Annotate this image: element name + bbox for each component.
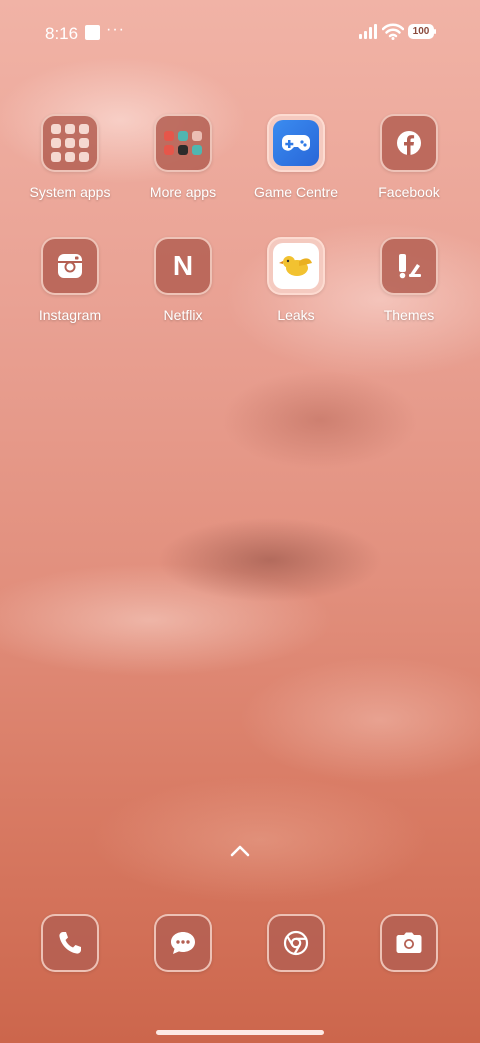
- netflix-icon: N: [172, 250, 194, 281]
- camera-icon: [396, 932, 422, 953]
- mini-app-icon: [79, 138, 89, 148]
- battery-tip: [434, 29, 436, 34]
- notification-square-icon: [85, 25, 100, 40]
- dock-chrome[interactable]: [267, 914, 325, 972]
- mini-app-icon: [164, 145, 174, 155]
- status-time: 8:16: [45, 24, 79, 43]
- chrome-icon: [283, 930, 309, 956]
- app-label: Game Centre: [253, 184, 339, 200]
- app-tile[interactable]: [41, 237, 99, 295]
- wifi-icon: [382, 23, 404, 40]
- mini-app-icon: [51, 138, 61, 148]
- dock-messages[interactable]: [154, 914, 212, 972]
- folder-icon[interactable]: [41, 114, 99, 172]
- dock-camera[interactable]: [380, 914, 438, 972]
- mini-app-icon: [65, 124, 75, 134]
- app-tile[interactable]: [41, 914, 99, 972]
- messages-icon: [171, 932, 195, 954]
- app-label: Facebook: [378, 184, 440, 200]
- brush-icon: [399, 254, 421, 279]
- app-tile[interactable]: [267, 237, 325, 295]
- app-label: System apps: [29, 184, 111, 200]
- app-instagram[interactable]: Instagram: [14, 237, 126, 323]
- chevron-up-icon[interactable]: [228, 842, 252, 860]
- battery-icon: 100: [408, 24, 434, 39]
- instagram-icon: [58, 254, 82, 278]
- app-tile[interactable]: N: [154, 237, 212, 295]
- mini-app-icon: [51, 124, 61, 134]
- mini-app-icon: [65, 138, 75, 148]
- phone-icon: [59, 932, 81, 954]
- signal-icon: [359, 24, 377, 39]
- app-facebook[interactable]: Facebook: [353, 114, 465, 200]
- app-label: Netflix: [163, 307, 203, 323]
- mini-app-icon: [178, 131, 188, 141]
- mini-app-icon: [192, 131, 202, 141]
- bird-icon: [273, 243, 319, 289]
- app-more-apps[interactable]: More apps: [127, 114, 239, 200]
- mini-app-icon: [164, 131, 174, 141]
- app-tile[interactable]: [267, 114, 325, 172]
- app-system-apps[interactable]: System apps: [14, 114, 126, 200]
- facebook-icon: [397, 131, 421, 155]
- dock-phone[interactable]: [41, 914, 99, 972]
- home-indicator[interactable]: [156, 1030, 324, 1035]
- mini-app-icon: [178, 145, 188, 155]
- app-tile[interactable]: [380, 237, 438, 295]
- app-tile[interactable]: [380, 114, 438, 172]
- mini-app-icon: [79, 124, 89, 134]
- app-tile[interactable]: [380, 914, 438, 972]
- app-label: Leaks: [277, 307, 315, 323]
- app-leaks[interactable]: Leaks: [240, 237, 352, 323]
- app-label: Themes: [383, 307, 435, 323]
- mini-app-icon: [51, 152, 61, 162]
- app-netflix[interactable]: N Netflix: [127, 237, 239, 323]
- app-game-centre[interactable]: Game Centre: [240, 114, 352, 200]
- mini-app-icon: [79, 152, 89, 162]
- folder-icon[interactable]: [154, 114, 212, 172]
- app-themes[interactable]: Themes: [353, 237, 465, 323]
- app-tile[interactable]: [267, 914, 325, 972]
- status-bar: 8:16 ··· 100: [0, 0, 480, 64]
- more-notifications-indicator: ···: [106, 21, 125, 38]
- mini-app-icon: [192, 145, 202, 155]
- folder-preview: [164, 131, 202, 155]
- mini-app-icon: [65, 152, 75, 162]
- gamepad-icon: [273, 120, 319, 166]
- app-label: More apps: [149, 184, 217, 200]
- app-label: Instagram: [38, 307, 102, 323]
- app-tile[interactable]: [154, 914, 212, 972]
- folder-preview: [51, 124, 89, 162]
